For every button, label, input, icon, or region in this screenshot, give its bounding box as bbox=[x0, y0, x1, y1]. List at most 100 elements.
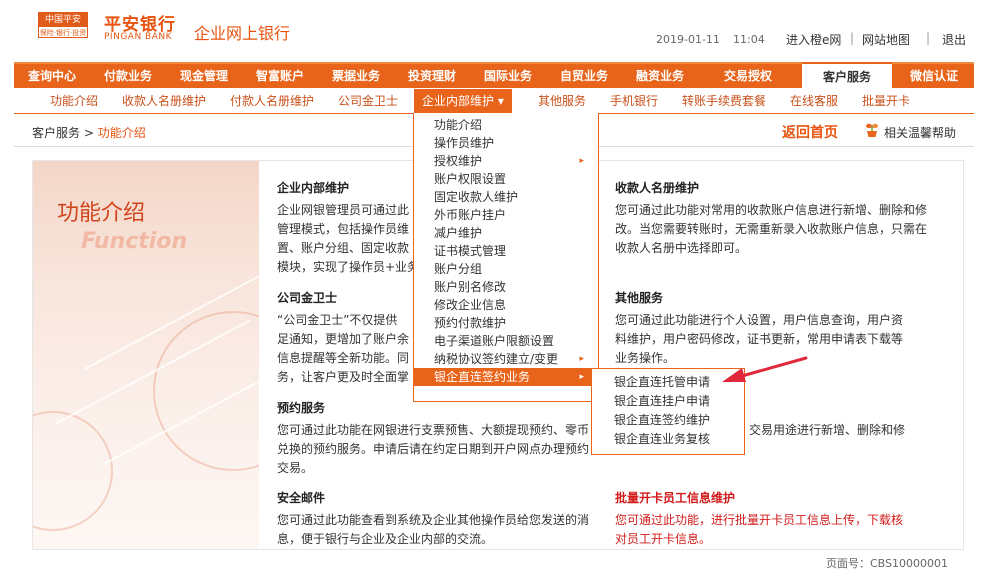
menu-item-scheduled-payment[interactable]: 预约付款维护 bbox=[414, 314, 598, 332]
menu-item-label: 授权维护 bbox=[434, 154, 483, 168]
body-line: 您可通过此功能在网银进行支票预售、大额提现预约、零币 bbox=[277, 423, 590, 437]
main-nav-authorization[interactable]: 交易授权 bbox=[698, 64, 798, 88]
submenu-arrow-icon: ▸ bbox=[579, 156, 584, 166]
subnav-fee-package[interactable]: 转账手续费套餐 bbox=[682, 88, 766, 114]
body-line: 足通知，更增加了账户余 bbox=[277, 332, 410, 346]
body-line: 信息提醒等全新功能。同 bbox=[277, 351, 410, 365]
header-time: 11:04 bbox=[733, 33, 765, 46]
body-line: 您可通过此功能，进行批量开卡员工信息上传，下载核 bbox=[615, 513, 904, 527]
page-number: 页面号：CBS10000001 bbox=[826, 557, 949, 570]
body-line: 置、账户分组、固定收款 bbox=[277, 241, 410, 255]
submenu-arrow-icon: ▸ bbox=[579, 372, 584, 382]
main-nav-cash[interactable]: 现金管理 bbox=[166, 64, 242, 88]
subnav-online-support[interactable]: 在线客服 bbox=[790, 88, 838, 114]
logo-badge-top: 中国平安 bbox=[39, 13, 87, 27]
help-link[interactable]: 相关温馨帮助 bbox=[884, 124, 956, 141]
section-title-payee-roster: 收款人名册维护 bbox=[615, 181, 700, 195]
menu-item-label: 证书模式管理 bbox=[434, 244, 507, 258]
menu-item-label: 银企直连签约业务 bbox=[434, 370, 531, 384]
menu-item-channel-limit[interactable]: 电子渠道账户限额设置 bbox=[414, 332, 598, 350]
sitemap-link[interactable]: 网站地图 bbox=[862, 31, 910, 48]
menu-item-company-info[interactable]: 修改企业信息 bbox=[414, 296, 598, 314]
back-home-link[interactable]: 返回首页 bbox=[782, 122, 838, 142]
logout-link[interactable]: 退出 bbox=[942, 31, 966, 48]
main-nav-investment[interactable]: 投资理财 bbox=[394, 64, 470, 88]
menu-item-account-permission[interactable]: 账户权限设置 bbox=[414, 170, 598, 188]
banner-ring bbox=[33, 411, 113, 531]
section-body-purpose: 交易用途进行新增、删除和修 bbox=[749, 421, 905, 440]
menu-item-account-alias[interactable]: 账户别名修改 bbox=[414, 278, 598, 296]
body-line: 企业网银管理员可通过此 bbox=[277, 203, 410, 217]
subnav-batch-card[interactable]: 批量开卡 bbox=[862, 88, 910, 114]
body-line: 交易用途进行新增、删除和修 bbox=[749, 423, 906, 437]
body-line: 您可通过此功能查看到系统及企业其他操作员给您发送的消 bbox=[277, 513, 590, 527]
breadcrumb-root[interactable]: 客户服务 bbox=[32, 126, 80, 140]
body-line: 收款人名册中选择即可。 bbox=[615, 241, 748, 255]
section-title-secure-mail: 安全邮件 bbox=[277, 491, 326, 505]
main-nav-query[interactable]: 查询中心 bbox=[14, 64, 90, 88]
main-nav-wealth-account[interactable]: 智富账户 bbox=[242, 64, 318, 88]
main-nav-international[interactable]: 国际业务 bbox=[470, 64, 546, 88]
menu-item-cert-mode[interactable]: 证书模式管理 bbox=[414, 242, 598, 260]
body-line: 模块，实现了操作员+业务 bbox=[277, 260, 420, 274]
banner-title-en: Function bbox=[81, 229, 188, 254]
submenu-item-link-apply[interactable]: 银企直连挂户申请 bbox=[592, 392, 744, 411]
subnav-payee-roster[interactable]: 收款人名册维护 bbox=[122, 88, 206, 114]
body-line: 务，让客户更及时全面掌 bbox=[277, 370, 410, 384]
body-line: 管理模式，包括操作员维 bbox=[277, 222, 410, 236]
menu-item-fx-account[interactable]: 外币账户挂户 bbox=[414, 206, 598, 224]
menu-item-tax-agreement[interactable]: 纳税协议签约建立/变更 ▸ bbox=[414, 350, 598, 368]
main-nav-customer-service[interactable]: 客户服务 bbox=[802, 62, 892, 88]
pingan-logo-badge: 中国平安 保险·银行·投资 bbox=[38, 12, 88, 38]
menu-item-direct-connect[interactable]: 银企直连签约业务 ▸ bbox=[414, 368, 598, 386]
header-date: 2019-01-11 bbox=[656, 33, 720, 46]
menu-item-label: 账户别名修改 bbox=[434, 280, 507, 294]
menu-item-operator[interactable]: 操作员维护 bbox=[414, 134, 598, 152]
body-line: 改。当您需要转账时，无需重新录入收款账户信息，只需在 bbox=[615, 222, 928, 236]
section-title-internal: 企业内部维护 bbox=[277, 181, 350, 195]
subnav-gold-guard[interactable]: 公司金卫士 bbox=[338, 88, 398, 114]
section-title-batch-card: 批量开卡员工信息维护 bbox=[615, 491, 736, 505]
section-body-reservation: 您可通过此功能在网银进行支票预售、大额提现预约、零币 兑换的预约服务。申请后请在… bbox=[277, 421, 589, 478]
main-nav-ftz[interactable]: 自贸业务 bbox=[546, 64, 622, 88]
header-separator: | bbox=[926, 31, 931, 45]
menu-item-label: 账户分组 bbox=[434, 262, 483, 276]
subnav-mobile-bank[interactable]: 手机银行 bbox=[610, 88, 658, 114]
main-nav-bills[interactable]: 票据业务 bbox=[318, 64, 394, 88]
body-line: 交易。 bbox=[277, 461, 314, 475]
menu-item-label: 账户权限设置 bbox=[434, 172, 507, 186]
breadcrumb-current: 功能介绍 bbox=[97, 126, 146, 140]
subnav-internal-maintenance[interactable]: 企业内部维护 ▾ bbox=[414, 89, 512, 113]
menu-item-reduce-account[interactable]: 减户维护 bbox=[414, 224, 598, 242]
main-nav-wechat[interactable]: 微信认证 bbox=[894, 64, 974, 88]
body-line: “公司金卫士”不仅提供 bbox=[277, 313, 398, 327]
menu-item-authorization[interactable]: 授权维护 ▸ bbox=[414, 152, 598, 170]
orange-e-link[interactable]: 进入橙e网 bbox=[786, 31, 841, 48]
menu-item-function-intro[interactable]: 功能介绍 bbox=[414, 116, 598, 134]
body-line: 您可通过此功能对常用的收款账户信息进行新增、删除和修 bbox=[615, 203, 928, 217]
body-line: 兑换的预约服务。申请后请在约定日期到开户网点办理预约 bbox=[277, 442, 590, 456]
submenu-arrow-icon: ▸ bbox=[579, 354, 584, 364]
internal-maintenance-dropdown: 功能介绍 操作员维护 授权维护 ▸ 账户权限设置 固定收款人维护 外币账户挂户 减… bbox=[413, 113, 599, 402]
main-nav-payment[interactable]: 付款业务 bbox=[90, 64, 166, 88]
body-line: 料维护，用户密码修改，证书更新，常用申请表下载等 bbox=[615, 332, 904, 346]
pointer-arrow-icon bbox=[722, 356, 808, 382]
menu-item-account-group[interactable]: 账户分组 bbox=[414, 260, 598, 278]
menu-item-label: 电子渠道账户限额设置 bbox=[434, 334, 555, 348]
section-title-gold-guard: 公司金卫士 bbox=[277, 291, 338, 305]
menu-item-label: 纳税协议签约建立/变更 bbox=[434, 352, 559, 366]
subnav-function-intro[interactable]: 功能介绍 bbox=[50, 88, 98, 114]
main-nav-financing[interactable]: 融资业务 bbox=[622, 64, 698, 88]
portal-title: 企业网上银行 bbox=[194, 24, 291, 43]
subnav-other-services[interactable]: 其他服务 bbox=[538, 88, 586, 114]
menu-item-label: 固定收款人维护 bbox=[434, 190, 519, 204]
function-banner: 功能介绍 Function bbox=[33, 161, 259, 549]
menu-item-fixed-payee[interactable]: 固定收款人维护 bbox=[414, 188, 598, 206]
potted-plant-icon bbox=[866, 123, 878, 137]
subnav-payer-roster[interactable]: 付款人名册维护 bbox=[230, 88, 314, 114]
breadcrumb: 客户服务 > 功能介绍 bbox=[32, 124, 146, 141]
sub-nav: 功能介绍 收款人名册维护 付款人名册维护 公司金卫士 企业内部维护 ▾ 其他服务… bbox=[14, 88, 974, 114]
body-line: 您可通过此功能进行个人设置，用户信息查询，用户资 bbox=[615, 313, 904, 327]
submenu-item-business-review[interactable]: 银企直连业务复核 bbox=[592, 430, 744, 449]
submenu-item-sign-maintain[interactable]: 银企直连签约维护 bbox=[592, 411, 744, 430]
